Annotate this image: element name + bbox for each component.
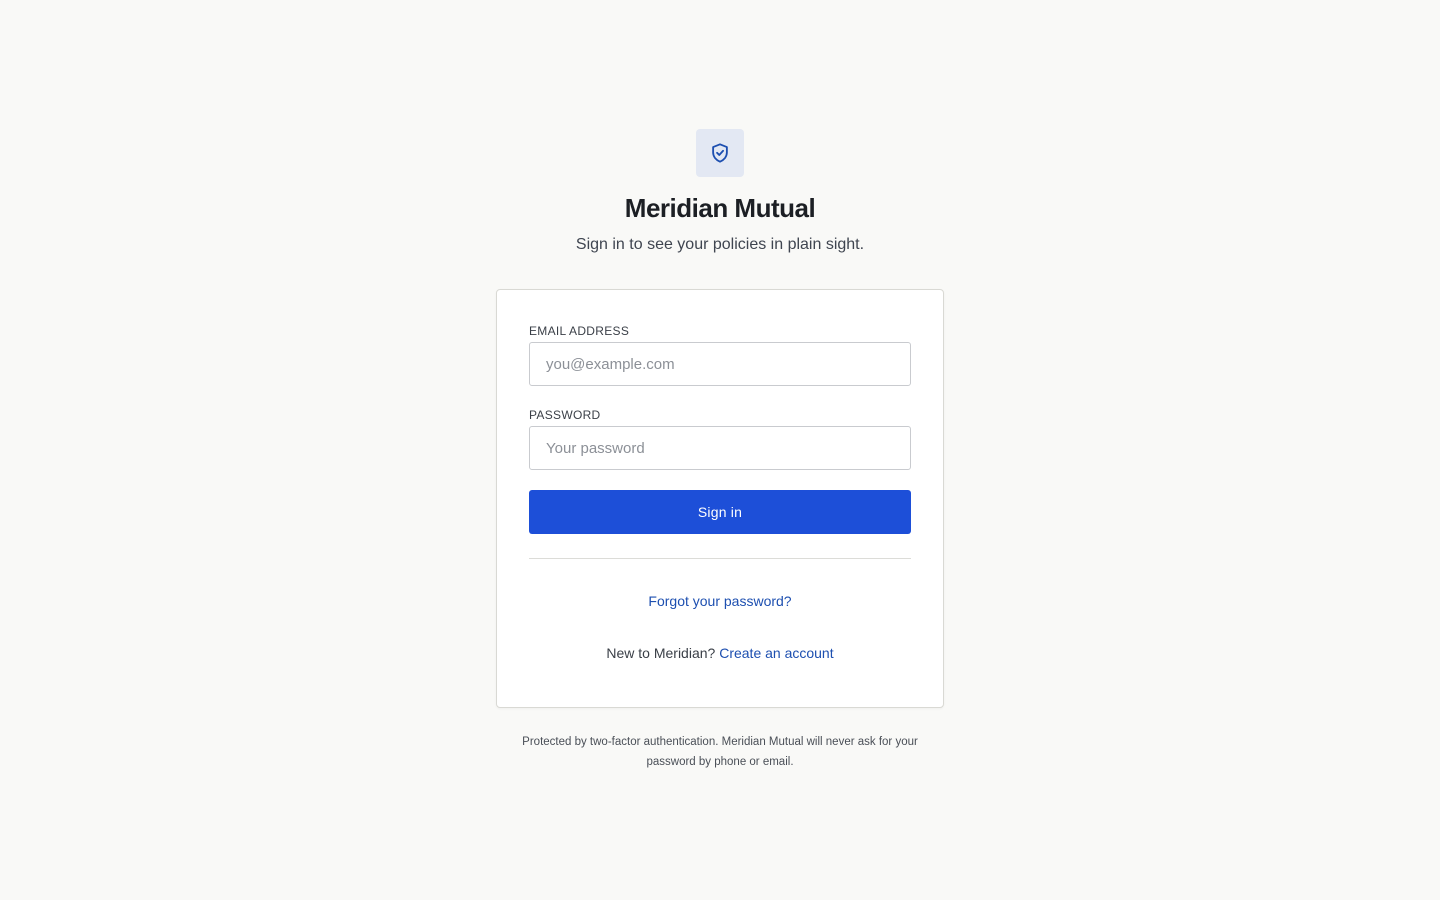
create-account-link[interactable]: Create an account — [719, 645, 833, 661]
forgot-password-row: Forgot your password? — [497, 591, 943, 611]
password-field[interactable] — [529, 426, 911, 470]
password-label: PASSWORD — [529, 408, 601, 422]
brand-tagline: Sign in to see your policies in plain si… — [575, 236, 865, 253]
forgot-password-link[interactable]: Forgot your password? — [648, 593, 791, 609]
signin-card: EMAIL ADDRESS PASSWORD Sign in Forgot yo… — [496, 289, 944, 708]
new-user-prompt: New to Meridian? — [606, 645, 720, 661]
brand-name: Meridian Mutual — [624, 193, 816, 223]
shield-check-icon — [709, 142, 731, 164]
signup-row: New to Meridian? Create an account — [497, 643, 943, 663]
email-field[interactable] — [529, 342, 911, 386]
security-notice: Protected by two-factor authentication. … — [522, 736, 918, 768]
divider — [529, 558, 911, 559]
signin-button[interactable]: Sign in — [529, 490, 911, 534]
email-label: EMAIL ADDRESS — [529, 324, 630, 338]
brand-logo — [696, 129, 744, 177]
